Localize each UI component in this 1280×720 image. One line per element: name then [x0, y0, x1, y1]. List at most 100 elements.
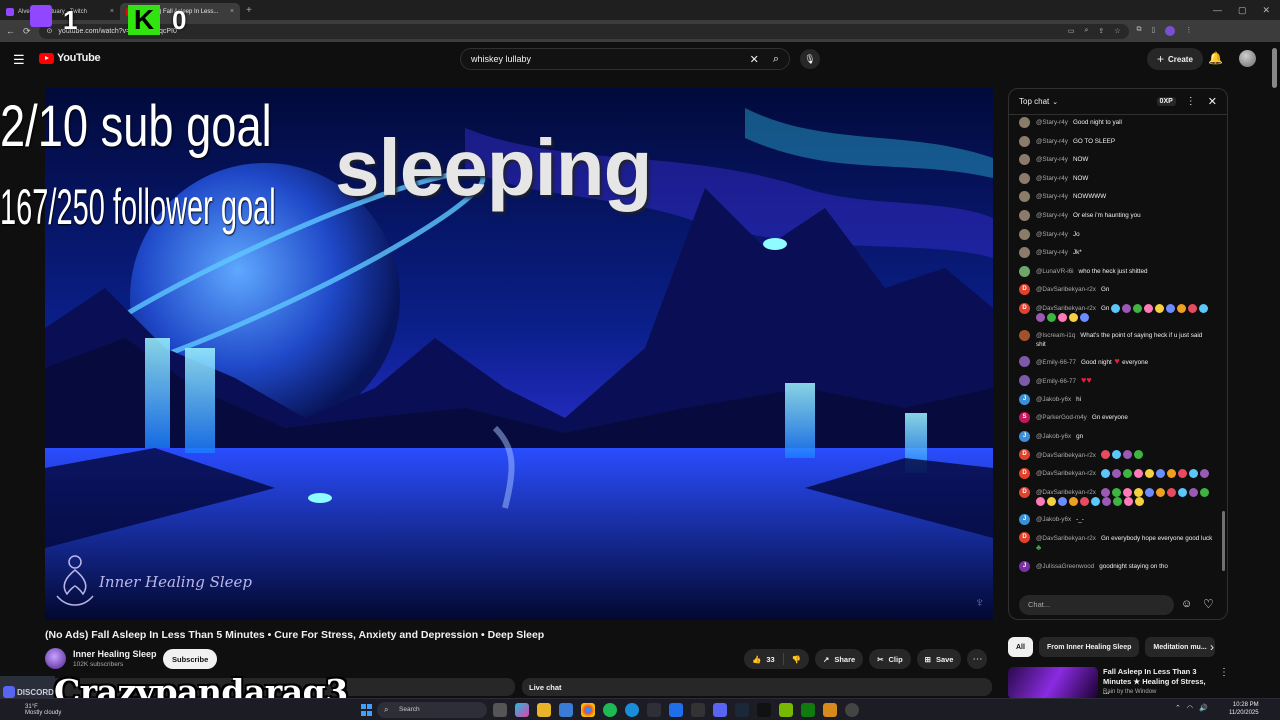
close-chat-icon[interactable]: ✕	[1208, 95, 1217, 108]
chat-avatar[interactable]: S	[1019, 412, 1030, 424]
chat-author[interactable]: @Stary-r4y	[1036, 156, 1068, 163]
heart-icon[interactable]: ♡	[1203, 597, 1214, 611]
chat-avatar[interactable]	[1019, 247, 1030, 259]
chat-avatar[interactable]	[1019, 228, 1030, 240]
chat-message[interactable]: @Iscream-i1q What's the point of saying h…	[1019, 329, 1213, 349]
chat-author[interactable]: @Stary-r4y	[1036, 249, 1068, 256]
task-view-icon[interactable]	[493, 703, 507, 717]
chat-author[interactable]: @LunaVR-i6i	[1036, 268, 1074, 275]
chat-author[interactable]: @Jakob-y6x	[1036, 433, 1071, 440]
chat-author[interactable]: @Stary-r4y	[1036, 175, 1068, 182]
new-tab-button[interactable]: +	[246, 5, 252, 16]
recommendation-thumbnail[interactable]	[1008, 667, 1098, 699]
chat-message[interactable]: D @DavSaribekyan-r2x	[1019, 486, 1213, 506]
back-icon[interactable]: ←	[6, 26, 15, 36]
copilot-icon[interactable]	[515, 703, 529, 717]
store-icon[interactable]	[559, 703, 573, 717]
minimize-icon[interactable]: —	[1213, 5, 1222, 16]
windows-start-icon[interactable]	[361, 704, 373, 716]
chat-avatar[interactable]: J	[1019, 513, 1030, 525]
wifi-icon[interactable]: ◠	[1187, 704, 1193, 712]
chat-menu-icon[interactable]: ⋮	[1186, 96, 1196, 107]
chat-author[interactable]: @Jakob-y6x	[1036, 516, 1071, 523]
page-scrollbar[interactable]	[1272, 44, 1277, 694]
search-icon[interactable]: ⌕	[773, 53, 779, 66]
site-info-icon[interactable]: ⊙	[47, 27, 53, 35]
chat-scrollbar[interactable]	[1222, 119, 1225, 589]
like-button[interactable]: 👍 33	[744, 653, 784, 665]
bookmark-star-icon[interactable]: ☆	[1114, 27, 1120, 35]
obs-icon[interactable]	[845, 703, 859, 717]
chat-author[interactable]: @ParkerGod-m4y	[1036, 414, 1087, 421]
channel-avatar[interactable]	[45, 648, 66, 669]
chat-message[interactable]: S @ParkerGod-m4y Gn everyone	[1019, 412, 1213, 424]
chat-author[interactable]: @Stary-r4y	[1036, 119, 1068, 126]
chip-all[interactable]: All	[1008, 637, 1033, 657]
chrome-icon[interactable]	[581, 703, 595, 717]
tray-chevron-icon[interactable]: ⌃	[1175, 704, 1181, 712]
chat-avatar[interactable]: D	[1019, 284, 1030, 296]
chat-author[interactable]: @Stary-r4y	[1036, 193, 1068, 200]
chat-avatar[interactable]	[1019, 117, 1030, 128]
bell-icon[interactable]: 🔔	[1208, 51, 1223, 65]
thumbs-down-icon[interactable]: 👎	[784, 655, 809, 664]
chat-avatar[interactable]	[1019, 356, 1030, 368]
taskbar-search[interactable]: ⌕ Search	[377, 702, 487, 718]
chat-message[interactable]: @Emily-66-77 Good night ♥ everyone	[1019, 356, 1213, 368]
volume-icon[interactable]: 🔊	[1199, 704, 1208, 712]
channel-branding-icon[interactable]: ♆	[975, 594, 986, 610]
chat-message[interactable]: J @JulissaGreenwood goodnight staying on t…	[1019, 560, 1213, 572]
chat-author[interactable]: @Stary-r4y	[1036, 231, 1068, 238]
chat-author[interactable]: @DavSaribekyan-r2x	[1036, 286, 1096, 293]
chat-author[interactable]: @DavSaribekyan-r2x	[1036, 470, 1096, 477]
scroll-thumb[interactable]	[1222, 511, 1225, 571]
chat-avatar[interactable]: J	[1019, 393, 1030, 405]
clear-icon[interactable]: ✕	[750, 53, 759, 66]
discord-icon[interactable]	[713, 703, 727, 717]
search-input[interactable]: whiskey lullaby ✕ ⌕	[460, 48, 790, 70]
chat-message[interactable]: @Stary-r4y NOW	[1019, 172, 1213, 184]
reload-icon[interactable]: ⟳	[23, 26, 31, 37]
chat-avatar[interactable]: D	[1019, 302, 1030, 314]
chat-avatar[interactable]	[1019, 329, 1030, 341]
weather-widget[interactable]: 31°F Mostly cloudy	[25, 704, 61, 716]
chat-message[interactable]: @LunaVR-i6i who the heck just shitted	[1019, 265, 1213, 277]
chat-author[interactable]: @DavSaribekyan-r2x	[1036, 305, 1096, 312]
chat-author[interactable]: @DavSaribekyan-r2x	[1036, 489, 1096, 496]
chat-author[interactable]: @Stary-r4y	[1036, 212, 1068, 219]
cast-icon[interactable]: ▭	[1068, 27, 1075, 35]
chat-message[interactable]: @Stary-r4y Or else i'm haunting you	[1019, 209, 1213, 221]
live-chat-toggle[interactable]: Live chat	[522, 678, 992, 696]
chat-author[interactable]: @Emily-66-77	[1036, 378, 1076, 385]
chat-avatar[interactable]	[1019, 172, 1030, 184]
save-button[interactable]: ⊞ Save	[916, 649, 962, 669]
sidebar-icon[interactable]: ▯	[1152, 26, 1156, 36]
chat-author[interactable]: @Jakob-y6x	[1036, 396, 1071, 403]
chat-message[interactable]: D @DavSaribekyan-r2x Gn	[1019, 302, 1213, 323]
kick-app-icon[interactable]	[757, 703, 771, 717]
chat-messages[interactable]: @Stary-r4y Good night to yall @Stary-r4y GO…	[1009, 116, 1221, 586]
chevron-right-icon[interactable]: ›	[1210, 640, 1214, 654]
app-icon[interactable]	[823, 703, 837, 717]
chat-author[interactable]: @DavSaribekyan-r2x	[1036, 452, 1096, 459]
channel-name[interactable]: Inner Healing Sleep	[73, 649, 157, 659]
avatar[interactable]	[1239, 50, 1256, 67]
emoji-icon[interactable]: ☺	[1181, 598, 1192, 610]
chat-avatar[interactable]: D	[1019, 449, 1030, 461]
chat-message[interactable]: J @Jakob-y6x -_-	[1019, 513, 1213, 525]
chat-avatar[interactable]: D	[1019, 532, 1030, 544]
vpn-icon[interactable]	[669, 703, 683, 717]
share-icon[interactable]: ⇪	[1098, 27, 1104, 35]
chat-author[interactable]: @Emily-66-77	[1036, 359, 1076, 366]
chat-message[interactable]: J @Jakob-y6x hi	[1019, 393, 1213, 405]
recommendation-channel[interactable]: Rain by the Window	[1103, 689, 1156, 695]
close-icon[interactable]: ×	[230, 8, 234, 15]
zoom-icon[interactable]: ⌕	[1084, 27, 1088, 35]
chat-message[interactable]: @Stary-r4y Jo	[1019, 228, 1213, 240]
chat-message[interactable]: @Stary-r4y NOWWWW	[1019, 191, 1213, 203]
terminal-icon[interactable]	[691, 703, 705, 717]
menu-icon[interactable]: ☰	[13, 52, 25, 68]
scroll-thumb[interactable]	[1272, 48, 1277, 88]
chat-message[interactable]: @Emily-66-77 ♥♥	[1019, 375, 1213, 387]
chat-author[interactable]: @Stary-r4y	[1036, 138, 1068, 145]
